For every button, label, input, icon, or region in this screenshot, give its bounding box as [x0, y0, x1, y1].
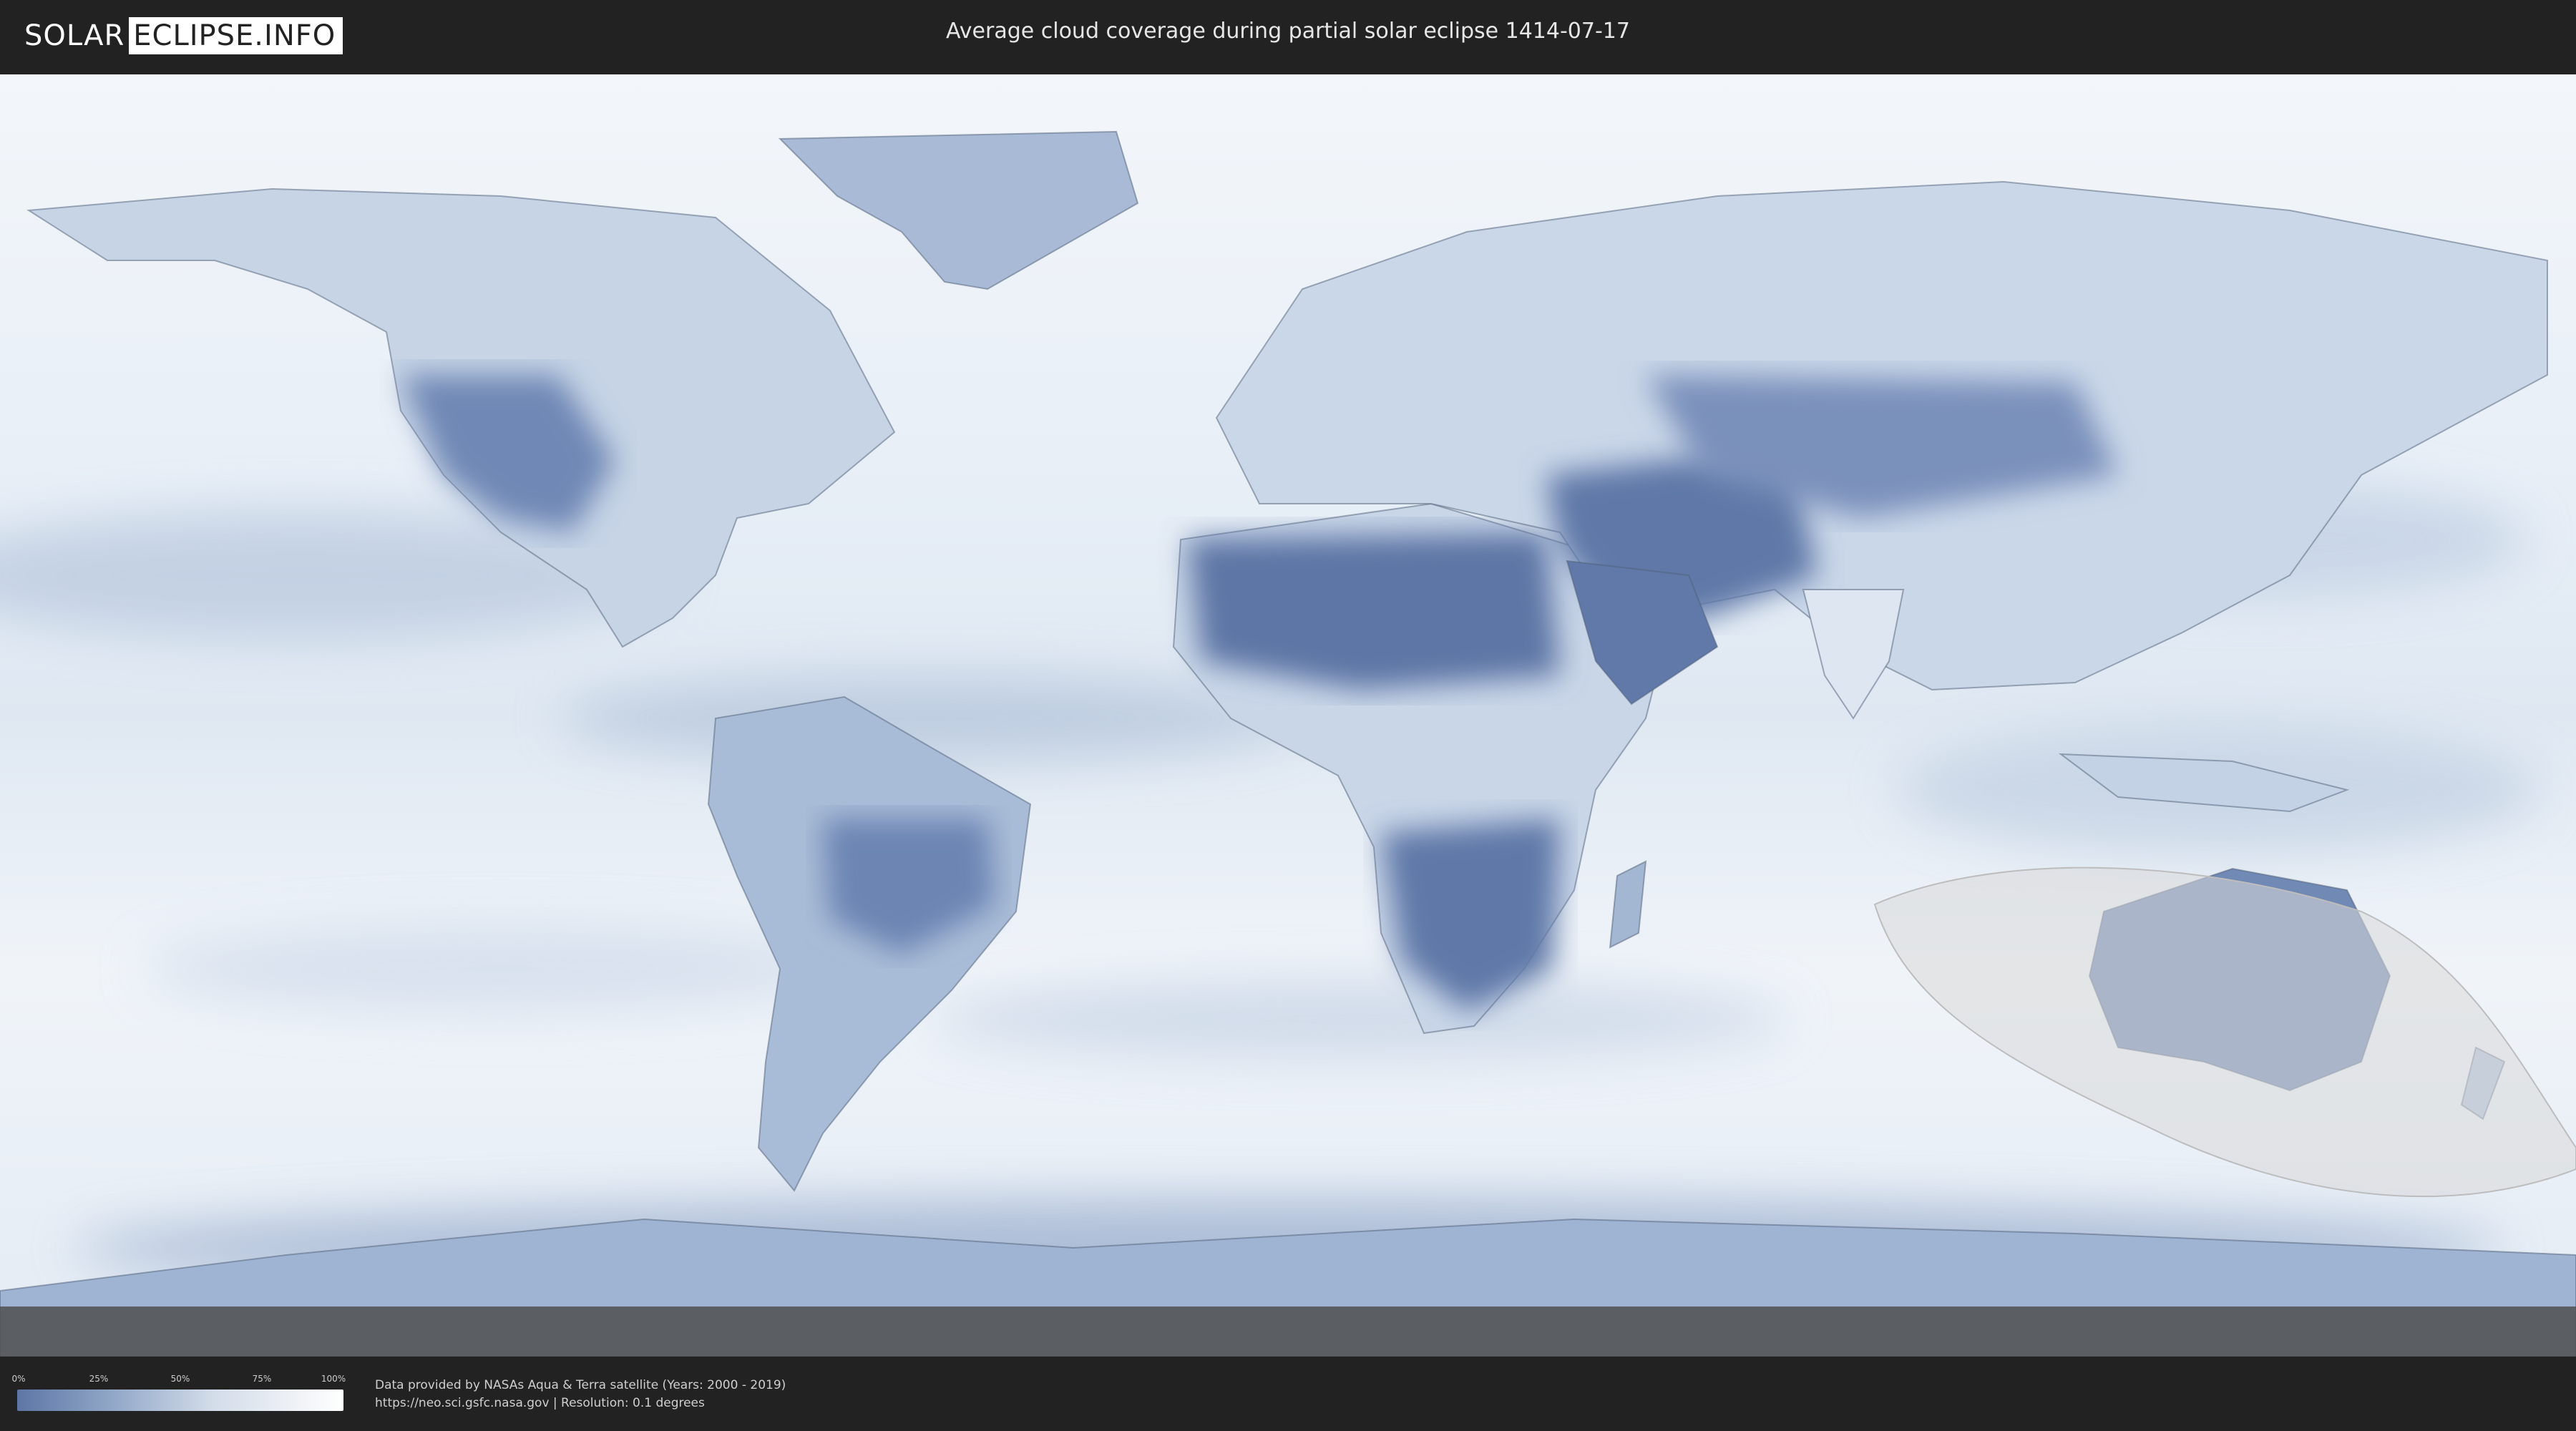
polar-night-shade [0, 1307, 2576, 1357]
legend-color-ramp [17, 1390, 343, 1411]
legend-tick-75: 75% [252, 1374, 272, 1384]
data-credits: Data provided by NASAs Aqua & Terra sate… [375, 1377, 786, 1412]
footer-bar: 0% 25% 50% 75% 100% Data provided by NAS… [0, 1359, 2576, 1431]
legend-tick-100: 100% [321, 1374, 346, 1384]
cloud-coverage-legend: 0% 25% 50% 75% 100% [11, 1374, 346, 1417]
legend-tick-25: 25% [89, 1374, 109, 1384]
cloud-coverage-map [0, 74, 2576, 1357]
world-map-graphic [0, 74, 2576, 1357]
credit-line-source: Data provided by NASAs Aqua & Terra sate… [375, 1378, 786, 1392]
page-title: Average cloud coverage during partial so… [946, 19, 1630, 44]
legend-tick-0: 0% [11, 1374, 26, 1384]
credit-line-url[interactable]: https://neo.sci.gsfc.nasa.gov | Resoluti… [375, 1395, 786, 1412]
header-bar: SOLAR ECLIPSE.INFO Average cloud coverag… [0, 0, 2576, 72]
legend-tick-50: 50% [170, 1374, 190, 1384]
sahara-dry [1188, 532, 1560, 690]
